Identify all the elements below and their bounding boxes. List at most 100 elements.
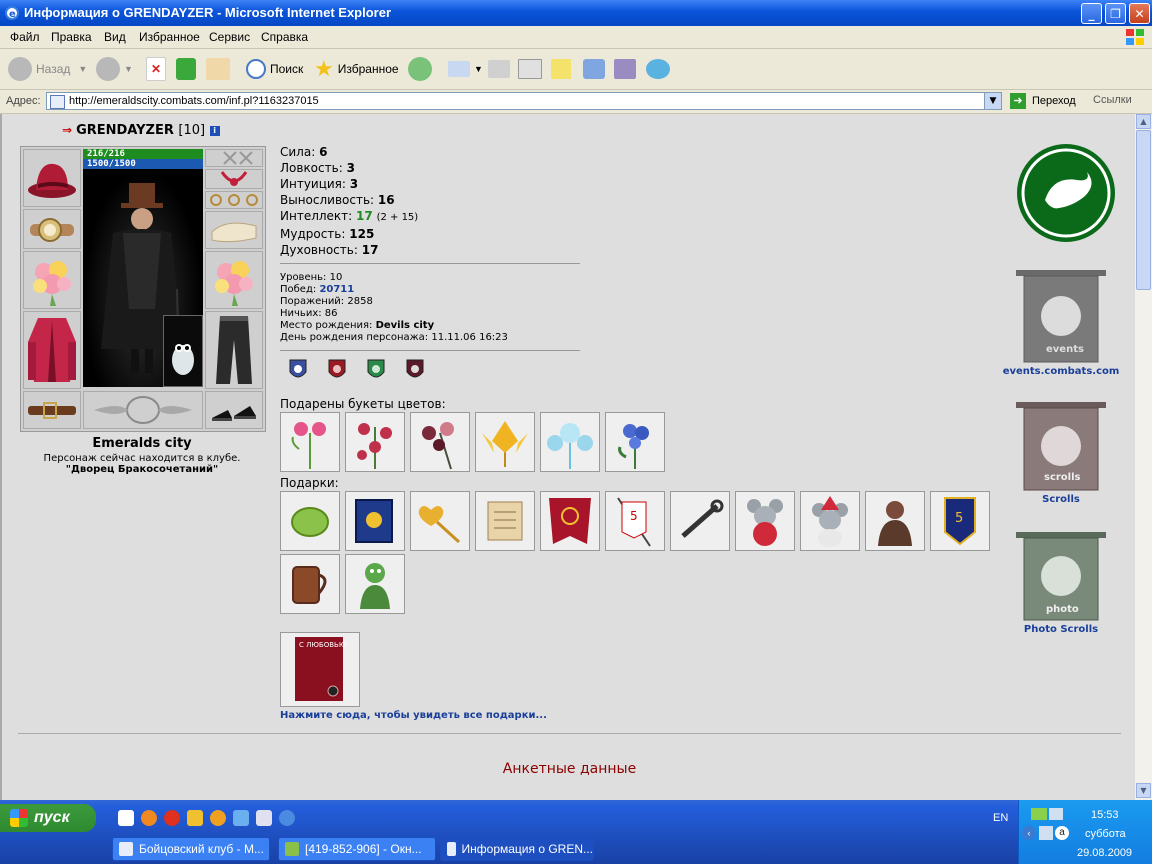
tray-network-icon[interactable]	[1031, 808, 1047, 820]
slot-belt[interactable]	[23, 391, 81, 429]
slot-helmet[interactable]	[23, 149, 81, 207]
quicklaunch-notepad-icon[interactable]	[118, 810, 134, 826]
gift-13[interactable]	[345, 554, 405, 614]
gift-1[interactable]	[280, 491, 340, 551]
messenger-button[interactable]	[583, 54, 609, 84]
gift-12[interactable]	[280, 554, 340, 614]
flower-gift-4[interactable]	[475, 412, 535, 472]
print-button[interactable]	[488, 54, 514, 84]
start-button[interactable]: пуск	[0, 804, 96, 832]
slot-armor[interactable]	[23, 311, 81, 389]
clock-time[interactable]: 15:53	[1091, 809, 1119, 821]
badge-icon-4[interactable]	[405, 358, 425, 382]
gift-9[interactable]	[800, 491, 860, 551]
menu-view[interactable]: Вид	[104, 30, 126, 44]
gift-6[interactable]: 5	[605, 491, 665, 551]
history-button[interactable]	[408, 54, 436, 84]
character-name[interactable]: GRENDAYZER	[76, 123, 174, 138]
menu-tools[interactable]: Сервис	[209, 30, 250, 44]
edit-button[interactable]	[518, 54, 546, 84]
badge-icon-2[interactable]	[327, 358, 347, 382]
badge-icon-3[interactable]	[366, 358, 386, 382]
slot-shield[interactable]	[205, 251, 263, 309]
discuss-button[interactable]	[551, 54, 575, 84]
address-dropdown-icon[interactable]: ▼	[984, 93, 1001, 109]
flower-gift-3[interactable]	[410, 412, 470, 472]
research-button[interactable]	[614, 54, 640, 84]
task-fight-club[interactable]: Бойцовский клуб - М...	[112, 837, 270, 861]
home-button[interactable]	[206, 54, 234, 84]
character-avatar[interactable]	[83, 169, 203, 387]
menu-help[interactable]: Справка	[261, 30, 308, 44]
photo-scrolls-link[interactable]: photo Photo Scrolls	[1000, 530, 1122, 635]
menu-file[interactable]: Файл	[10, 30, 40, 44]
tray-icon-3[interactable]	[1039, 826, 1053, 840]
menu-edit[interactable]: Правка	[51, 30, 92, 44]
slot-legs[interactable]	[205, 311, 263, 389]
refresh-button[interactable]	[176, 54, 200, 84]
slot-boots[interactable]	[205, 391, 263, 429]
address-input[interactable]: http://emeraldscity.combats.com/inf.pl?1…	[46, 92, 1002, 110]
close-button[interactable]: ✕	[1129, 3, 1150, 24]
all-gifts-link[interactable]: Нажмите сюда, чтобы увидеть все подарки.…	[280, 710, 547, 721]
tray-icon-4[interactable]: a	[1055, 826, 1069, 840]
quicklaunch-app-icon[interactable]	[187, 810, 203, 826]
go-button[interactable]: ➜ Переход	[1010, 93, 1076, 109]
minimize-button[interactable]: _	[1081, 3, 1102, 24]
slot-rings[interactable]	[205, 191, 263, 209]
pet-slot[interactable]	[163, 315, 203, 387]
task-icq[interactable]: [419-852-906] - Окн...	[278, 837, 436, 861]
slot-gloves[interactable]	[205, 211, 263, 249]
gift-7[interactable]	[670, 491, 730, 551]
quicklaunch-media-icon[interactable]	[210, 810, 226, 826]
tray-expand-icon[interactable]: ‹	[1022, 826, 1036, 840]
links-button[interactable]: Ссылки	[1093, 94, 1132, 106]
maximize-button[interactable]: ❐	[1105, 3, 1126, 24]
flower-gift-2[interactable]	[345, 412, 405, 472]
mail-button[interactable]: ▼	[448, 54, 483, 84]
gift-8[interactable]	[735, 491, 795, 551]
hp-bar: 216/216	[83, 149, 203, 159]
favorites-button[interactable]: ★ Избранное	[314, 54, 399, 84]
gift-2[interactable]	[345, 491, 405, 551]
search-button[interactable]: Поиск	[246, 54, 303, 84]
info-icon[interactable]: i	[209, 126, 220, 136]
quicklaunch-messenger-icon[interactable]	[256, 810, 272, 826]
blue-flower-icon	[618, 424, 649, 469]
private-arrow-icon[interactable]: ⇒	[62, 123, 72, 137]
stop-button[interactable]: ✕	[146, 54, 170, 84]
forward-button[interactable]: ▼	[96, 54, 133, 84]
flower-gift-5[interactable]	[540, 412, 600, 472]
task-info-page[interactable]: Информация о GREN...	[440, 837, 594, 861]
quicklaunch-firefox-icon[interactable]	[141, 810, 157, 826]
quicklaunch-opera-icon[interactable]	[164, 810, 180, 826]
slot-weapon-hands[interactable]	[205, 149, 263, 167]
goat-logo[interactable]	[1000, 142, 1122, 247]
gift-10[interactable]	[865, 491, 925, 551]
slot-amulet[interactable]	[205, 169, 263, 189]
scroll-thumb[interactable]	[1136, 130, 1151, 290]
badge-icon-1[interactable]	[288, 358, 308, 382]
flower-gift-1[interactable]	[280, 412, 340, 472]
research-icon	[614, 59, 636, 79]
contacts-button[interactable]	[646, 54, 674, 84]
quicklaunch-ie-icon[interactable]	[279, 810, 295, 826]
gift-11[interactable]: 5	[930, 491, 990, 551]
slot-weapon[interactable]	[23, 251, 81, 309]
flower-gift-6[interactable]	[605, 412, 665, 472]
tray-icon-2[interactable]	[1049, 808, 1063, 820]
events-link[interactable]: events events.combats.com	[1000, 268, 1122, 377]
vertical-scrollbar[interactable]: ▲ ▼	[1135, 114, 1152, 800]
gift-5[interactable]	[540, 491, 600, 551]
scroll-down-icon[interactable]: ▼	[1136, 783, 1151, 798]
gift-special[interactable]: С ЛЮБОВЬЮ	[280, 632, 360, 707]
gift-4[interactable]	[475, 491, 535, 551]
quicklaunch-desktop-icon[interactable]	[233, 810, 249, 826]
back-button[interactable]: Назад ▼	[8, 54, 87, 84]
scrolls-link[interactable]: scrolls Scrolls	[1000, 400, 1122, 505]
language-indicator[interactable]: EN	[993, 812, 1008, 824]
scroll-up-icon[interactable]: ▲	[1136, 114, 1151, 129]
menu-favorites[interactable]: Избранное	[139, 30, 200, 44]
slot-bracer[interactable]	[23, 209, 81, 249]
gift-3[interactable]	[410, 491, 470, 551]
